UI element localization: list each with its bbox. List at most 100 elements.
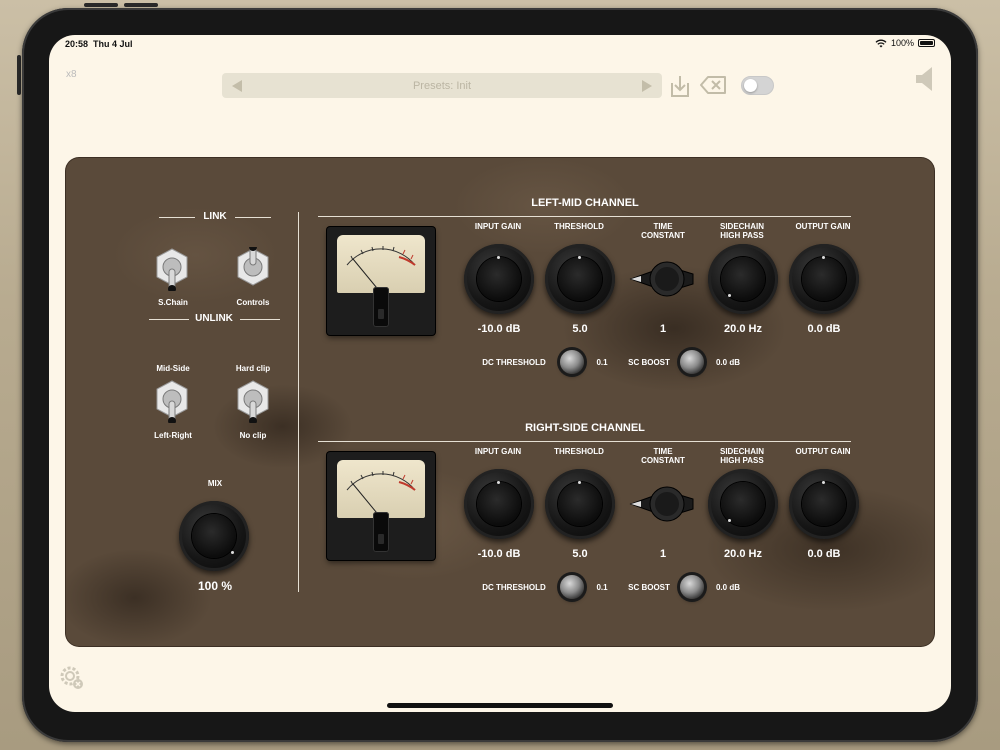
vu-lever — [373, 512, 389, 552]
knob-indicator — [578, 256, 581, 259]
threshold-label: THRESHOLD — [554, 222, 604, 231]
channel1-input-gain-value: -10.0 dB — [477, 323, 521, 335]
schain-link-switch[interactable] — [154, 247, 190, 291]
preset-bar: Presets: Init — [222, 73, 662, 98]
channel1-sidechain-hp-knob[interactable] — [708, 244, 778, 314]
battery-icon — [918, 39, 935, 47]
divider — [149, 319, 189, 320]
channel2-input-gain-value: -10.0 dB — [477, 548, 521, 560]
channel1-threshold-knob[interactable] — [545, 244, 615, 314]
unlink-heading: UNLINK — [195, 313, 233, 324]
channel2-threshold-knob[interactable] — [545, 469, 615, 539]
output-gain-label: OUTPUT GAIN — [795, 222, 851, 231]
channel1-dc-threshold-value: 0.1 — [596, 358, 608, 367]
divider — [159, 217, 195, 218]
home-indicator — [387, 703, 613, 708]
channel2-threshold-value: 5.0 — [572, 548, 588, 560]
preset-next-button[interactable] — [641, 79, 652, 92]
toggle-knob — [744, 79, 757, 92]
channel2-sc-boost-value: 0.0 dB — [715, 583, 740, 592]
channel2-sidechain-hp-value: 20.0 Hz — [724, 548, 762, 560]
channel1-dc-threshold-knob[interactable] — [560, 350, 584, 374]
knob-indicator — [578, 481, 581, 484]
knob-indicator — [822, 481, 825, 484]
side-button — [17, 55, 21, 95]
channel1-sc-boost-knob[interactable] — [680, 350, 704, 374]
channel1-time-constant-selector[interactable] — [627, 254, 697, 304]
knob-indicator — [822, 256, 825, 259]
status-time: 20:58 Thu 4 Jul — [65, 39, 133, 49]
channel1-sc-boost-value: 0.0 dB — [715, 358, 740, 367]
dc-threshold-label: DC THRESHOLD — [482, 358, 546, 367]
volume-up-button — [84, 3, 118, 7]
mix-value: 100 % — [197, 579, 233, 593]
channel2-dc-threshold-knob[interactable] — [560, 575, 584, 599]
output-gain-label: OUTPUT GAIN — [795, 447, 851, 456]
noclip-label: No clip — [239, 431, 267, 440]
channel2-dc-threshold-value: 0.1 — [596, 583, 608, 592]
knob-indicator — [497, 256, 500, 259]
speaker-icon[interactable] — [914, 65, 938, 93]
channel1-input-gain-knob[interactable] — [464, 244, 534, 314]
link-heading: LINK — [203, 211, 227, 222]
hardclip-switch[interactable] — [235, 379, 271, 423]
sc-boost-label: SC BOOST — [628, 358, 670, 367]
app-screen: 20:58 Thu 4 Jul 100% x8 Presets: Init LI… — [49, 35, 951, 712]
knob-indicator — [728, 519, 731, 522]
time-label: TIME — [653, 222, 673, 231]
sc-boost-label: SC BOOST — [628, 583, 670, 592]
channel2-output-gain-knob[interactable] — [789, 469, 859, 539]
vu-lever — [373, 287, 389, 327]
highpass-label: HIGH PASS — [720, 231, 764, 240]
wifi-icon — [875, 39, 887, 47]
mix-knob[interactable] — [179, 501, 249, 571]
channel1-vu-meter — [327, 227, 435, 335]
channel2-title: RIGHT-SIDE CHANNEL — [525, 422, 645, 434]
sidechain-label: SIDECHAIN — [719, 222, 764, 231]
plugin-panel: LINK S.Chain Controls UNLINK Mid-Side Ha… — [65, 157, 935, 647]
vu-face — [337, 460, 425, 518]
dc-threshold-label: DC THRESHOLD — [482, 583, 546, 592]
instance-count: x8 — [66, 69, 77, 80]
vu-scale — [346, 471, 416, 518]
status-clock: 20:58 — [65, 39, 89, 49]
vu-face — [337, 235, 425, 293]
preset-prev-button[interactable] — [232, 79, 242, 92]
hardclip-label: Hard clip — [235, 364, 271, 373]
channel2-sc-boost-knob[interactable] — [680, 575, 704, 599]
channel2-rule — [318, 441, 851, 442]
vu-scale — [346, 246, 416, 293]
midside-leftright-switch[interactable] — [154, 379, 190, 423]
status-date: Thu 4 Jul — [93, 39, 133, 49]
knob-indicator — [497, 481, 500, 484]
channel2-input-gain-knob[interactable] — [464, 469, 534, 539]
time-label: TIME — [653, 447, 673, 456]
channel2-sidechain-hp-knob[interactable] — [708, 469, 778, 539]
threshold-label: THRESHOLD — [554, 447, 604, 456]
section-divider — [298, 212, 299, 592]
battery-percent: 100% — [890, 38, 914, 48]
channel2-output-gain-value: 0.0 dB — [807, 548, 841, 560]
delete-preset-icon[interactable] — [699, 75, 727, 95]
knob-indicator — [231, 551, 234, 554]
controls-link-switch[interactable] — [235, 247, 271, 291]
volume-down-button — [124, 3, 158, 7]
channel2-vu-meter — [327, 452, 435, 560]
sidechain-label: SIDECHAIN — [719, 447, 764, 456]
channel1-output-gain-knob[interactable] — [789, 244, 859, 314]
input-gain-label: INPUT GAIN — [474, 447, 522, 456]
input-gain-label: INPUT GAIN — [474, 222, 522, 231]
midside-label: Mid-Side — [156, 364, 190, 373]
bypass-toggle[interactable] — [741, 76, 774, 95]
save-preset-icon[interactable] — [669, 73, 691, 99]
preset-label[interactable]: Presets: Init — [413, 80, 471, 92]
constant-label: CONSTANT — [641, 231, 685, 240]
settings-gear-icon[interactable] — [59, 665, 85, 691]
highpass-label: HIGH PASS — [720, 456, 764, 465]
channel1-title: LEFT-MID CHANNEL — [531, 197, 639, 209]
divider — [240, 319, 280, 320]
channel2-time-constant-selector[interactable] — [627, 479, 697, 529]
mix-label: MIX — [207, 479, 223, 488]
channel2-time-constant-value: 1 — [659, 548, 667, 560]
channel1-time-constant-value: 1 — [659, 323, 667, 335]
